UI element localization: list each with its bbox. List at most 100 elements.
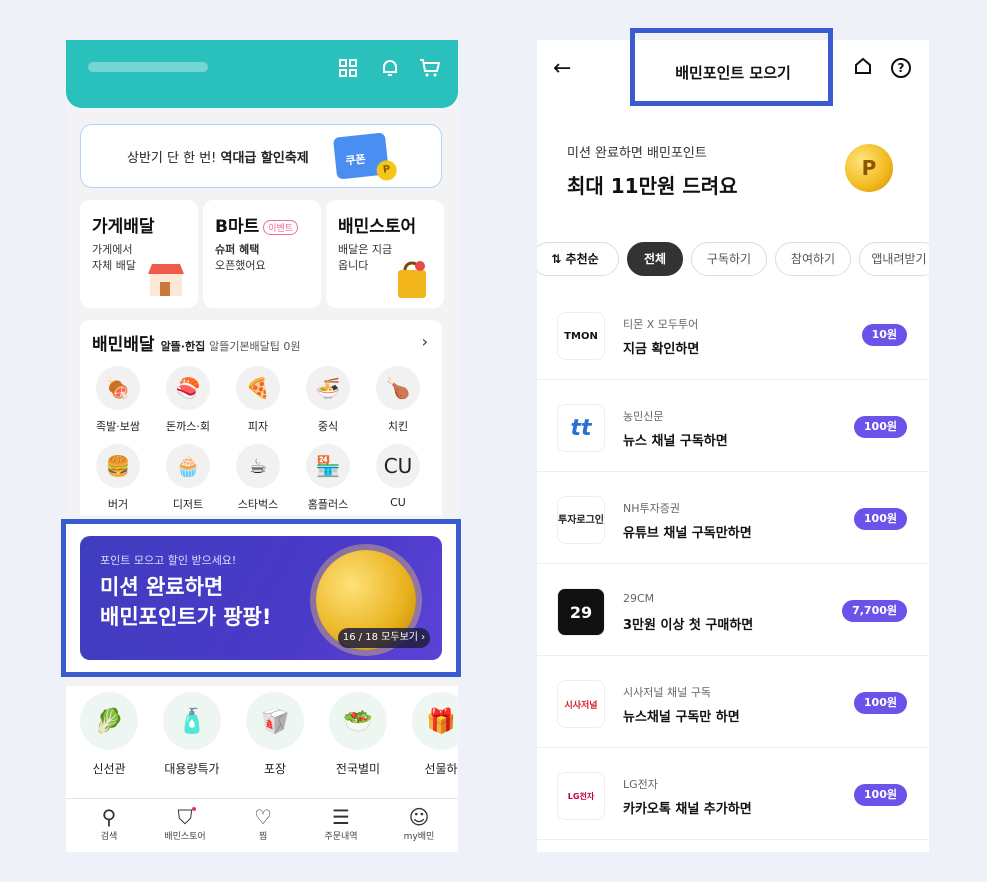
storefront-icon: [144, 256, 188, 300]
help-icon[interactable]: ?: [891, 58, 911, 78]
mission-text: 3만원 이상 첫 구매하면: [623, 618, 754, 633]
tile-bmart[interactable]: B마트 이벤트 슈퍼 혜택 오픈했어요: [203, 200, 321, 308]
category-label: 피자: [247, 420, 269, 433]
filter-chips: ⇅ 추천순 전체 구독하기 참여하기 앱내려받기: [537, 242, 929, 278]
mission-text: 카카오톡 채널 추가하면: [623, 802, 752, 817]
tab-item[interactable]: ☺ my배민: [384, 805, 454, 842]
category-item[interactable]: 🍣 돈까스·회: [158, 366, 218, 434]
category-item[interactable]: 🍜 중식: [298, 366, 358, 434]
hero-title: 최대 11만원 드려요: [567, 174, 738, 198]
bag-icon: ⛉: [177, 805, 193, 829]
search-icon: ⚲: [101, 805, 117, 829]
category-item[interactable]: 🍕 피자: [228, 366, 288, 434]
category-item[interactable]: 🍖 족발·보쌈: [88, 366, 148, 434]
baemin-delivery-section: 배민배달 알뜰·한집 알뜰기본배달팁 0원 › 🍖 족발·보쌈 🍣 돈까스·회 🍕 피자 🍜 중…: [80, 320, 442, 516]
mission-text: 뉴스채널 구독만 하면: [623, 710, 740, 725]
category-label: 홈플러스: [307, 498, 349, 511]
shop-category-label: 전국별미: [335, 762, 381, 776]
category-item[interactable]: 🏪 홈플러스: [298, 444, 358, 512]
category-item[interactable]: 🍗 치킨: [368, 366, 428, 434]
filter-chip[interactable]: 앱내려받기: [859, 242, 929, 276]
chevron-right-icon[interactable]: ›: [422, 332, 428, 351]
category-label: 중식: [317, 420, 339, 433]
category-item[interactable]: 🧁 디저트: [158, 444, 218, 512]
shop-category-icon: 🥡: [246, 692, 304, 750]
shop-category-item[interactable]: 🥗 전국별미: [323, 692, 393, 777]
brand-logo: 투자로그인: [557, 496, 605, 544]
category-icon: 🍔: [96, 444, 140, 488]
home-screen: 상반기 단 한 번! 역대급 할인축제 쿠폰 P 가게배달 가게에서 자체 배달 …: [66, 40, 458, 852]
hero-subtitle: 미션 완료하면 배민포인트: [567, 146, 707, 161]
tab-item[interactable]: ♡ 찜: [228, 805, 298, 842]
receipt-icon: ☰: [332, 805, 350, 829]
shop-category-label: 선물하: [424, 762, 458, 776]
reward-badge: 10원: [861, 324, 907, 346]
filter-chip[interactable]: 참여하기: [775, 242, 851, 276]
category-label: 버거: [107, 498, 129, 511]
points-screen: ← 배민포인트 모으기 ? 미션 완료하면 배민포인트 최대 11만원 드려요 …: [537, 40, 929, 852]
tile-baemin-store[interactable]: 배민스토어 배달은 지금 옵니다: [326, 200, 444, 308]
shop-category-item[interactable]: 🥡 포장: [240, 692, 310, 777]
category-label: 스타벅스: [237, 498, 279, 511]
shop-category-label: 대용량특가: [164, 762, 220, 776]
shop-category-item[interactable]: 🎁 선물하: [406, 692, 458, 777]
sort-chip[interactable]: ⇅ 추천순: [537, 242, 619, 276]
tab-label: 검색: [100, 832, 118, 842]
mission-row[interactable]: 29 29CM 3만원 이상 첫 구매하면 7,700원: [537, 564, 929, 656]
category-icon: 🧁: [166, 444, 210, 488]
mission-text: 지금 확인하면: [623, 342, 700, 357]
reward-badge: 100원: [853, 784, 907, 806]
shop-category-item[interactable]: 🥬 신선관: [74, 692, 144, 777]
point-coin-icon: P: [845, 144, 893, 192]
category-icon: 🍕: [236, 366, 280, 410]
shop-category-icon: 🧴: [163, 692, 221, 750]
filter-chip[interactable]: 전체: [627, 242, 683, 276]
shop-category-item[interactable]: 🧴 대용량특가: [157, 692, 227, 777]
mission-row[interactable]: LG전자 LG전자 카카오톡 채널 추가하면 100원: [537, 748, 929, 840]
promo-banner[interactable]: 상반기 단 한 번! 역대급 할인축제 쿠폰 P: [80, 124, 442, 188]
brand-logo: tt: [557, 404, 605, 452]
tab-label: 배민스토어: [164, 832, 206, 842]
screenshot-frame: 상반기 단 한 번! 역대급 할인축제 쿠폰 P 가게배달 가게에서 자체 배달 …: [0, 0, 987, 882]
category-item[interactable]: ☕ 스타벅스: [228, 444, 288, 512]
reward-badge: 100원: [853, 508, 907, 530]
heart-icon: ♡: [254, 805, 272, 829]
tile-store-delivery[interactable]: 가게배달 가게에서 자체 배달: [80, 200, 198, 308]
mission-text: 유튜브 채널 구독만하면: [623, 526, 752, 541]
brand-name: 시사저널 채널 구독: [623, 686, 711, 699]
promo-text: 상반기 단 한 번! 역대급 할인축제: [127, 151, 309, 166]
tab-item[interactable]: ⚲ 검색: [74, 805, 144, 842]
top-bar: [66, 40, 458, 108]
filter-chip[interactable]: 구독하기: [691, 242, 767, 276]
mission-text: 뉴스 채널 구독하면: [623, 434, 728, 449]
smile-icon: ☺: [408, 805, 430, 829]
category-label: 족발·보쌈: [96, 420, 140, 433]
category-item[interactable]: CU CU: [368, 444, 428, 509]
tab-item[interactable]: ⛉ 배민스토어: [150, 805, 220, 842]
brand-logo: LG전자: [557, 772, 605, 820]
reward-badge: 100원: [853, 692, 907, 714]
brand-name: NH투자증권: [623, 502, 680, 515]
bell-icon[interactable]: [378, 58, 402, 82]
highlight-box-banner: [61, 519, 461, 677]
shop-category-icon: 🎁: [412, 692, 458, 750]
mission-row[interactable]: 시사저널 시사저널 채널 구독 뉴스채널 구독만 하면 100원: [537, 656, 929, 748]
home-icon[interactable]: [853, 56, 873, 81]
mission-row[interactable]: TMON 티몬 X 모두투어 지금 확인하면 10원: [537, 288, 929, 380]
highlight-box-title: [630, 28, 833, 106]
category-item[interactable]: 🍔 버거: [88, 444, 148, 512]
grid-icon[interactable]: [336, 58, 360, 82]
cart-icon[interactable]: [418, 58, 442, 82]
category-icon: 🍜: [306, 366, 350, 410]
brand-name: 농민신문: [623, 410, 664, 423]
brand-logo: TMON: [557, 312, 605, 360]
category-label: 디저트: [172, 498, 204, 511]
coupon-icon: 쿠폰 P: [332, 132, 398, 182]
category-icon: 🍗: [376, 366, 420, 410]
category-icon: 🏪: [306, 444, 350, 488]
reward-badge: 7,700원: [842, 600, 907, 622]
mission-row[interactable]: tt 농민신문 뉴스 채널 구독하면 100원: [537, 380, 929, 472]
tab-item[interactable]: ☰ 주문내역: [306, 805, 376, 842]
brand-logo: 29: [557, 588, 605, 636]
mission-row[interactable]: 투자로그인 NH투자증권유튜브 채널 구독만하면 100원: [537, 472, 929, 564]
